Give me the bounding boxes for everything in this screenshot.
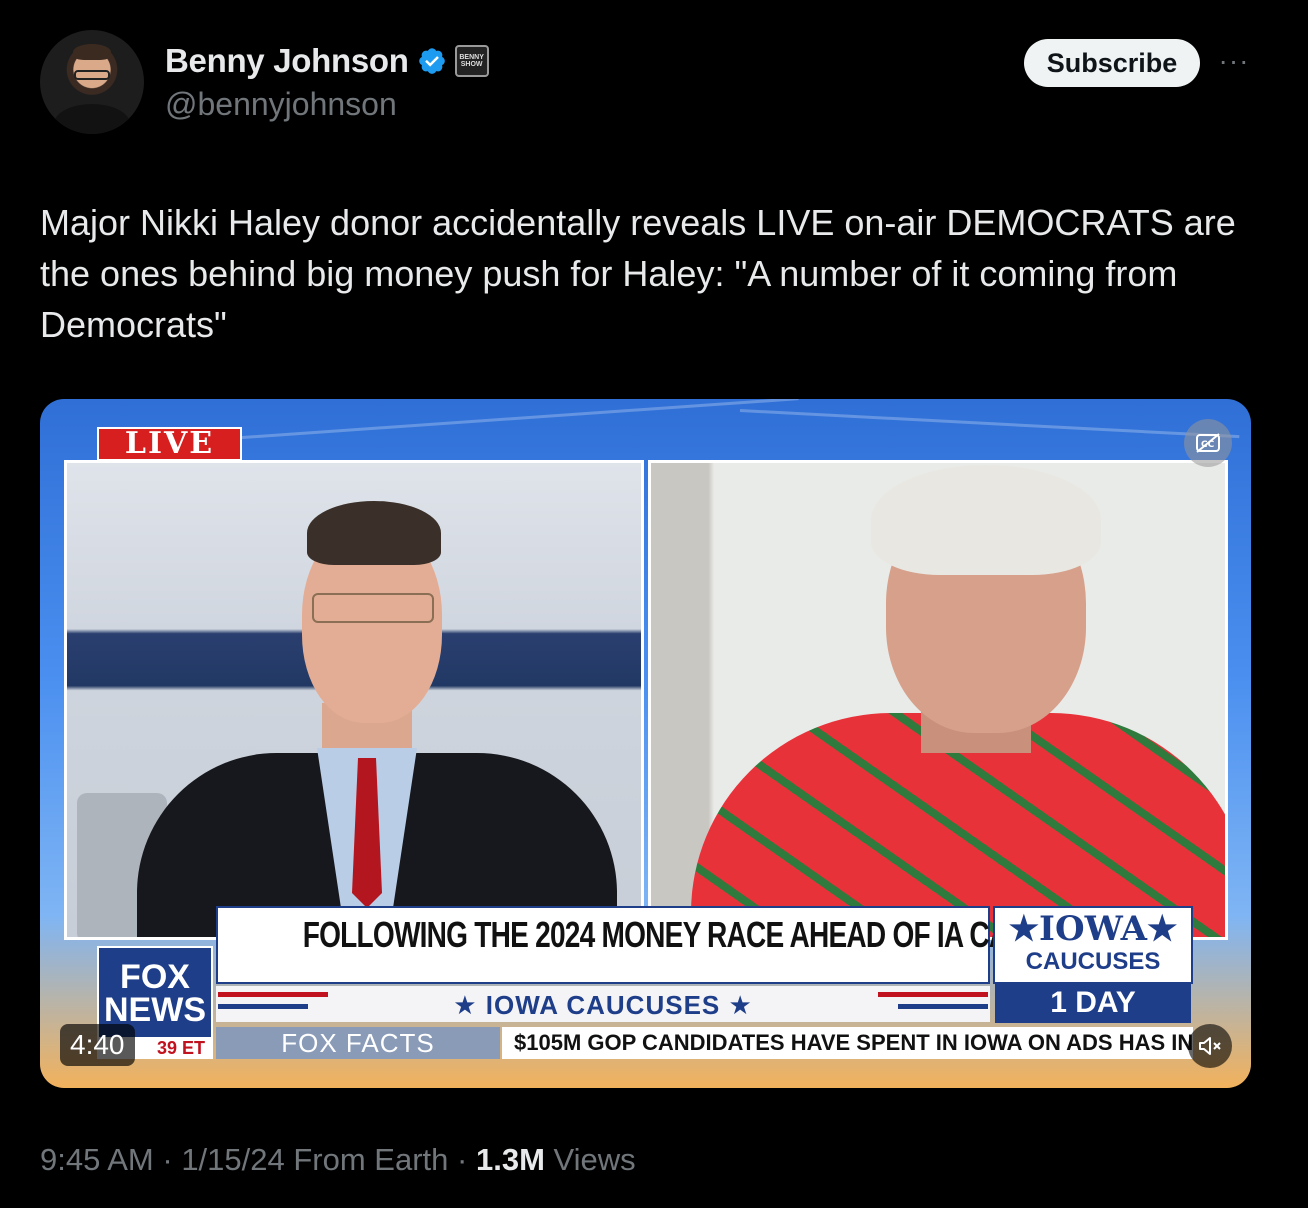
avatar-shirt — [54, 104, 130, 134]
avatar-hair — [73, 44, 111, 60]
tweet-time[interactable]: 9:45 AM — [40, 1142, 154, 1177]
chyron-subline: ★ IOWA CAUCUSES ★ — [216, 986, 990, 1022]
iowa-title: ★IOWA★ — [1008, 909, 1178, 949]
captions-button[interactable]: CC — [1184, 419, 1232, 467]
facts-label: FOX FACTS — [216, 1027, 500, 1059]
tweet-source: From Earth — [284, 1142, 449, 1177]
background-streak — [739, 409, 1240, 439]
subscribe-button[interactable]: Subscribe — [1024, 39, 1200, 87]
chyron-subline-text: ★ IOWA CAUCUSES ★ — [453, 990, 753, 1020]
meta-separator: · — [153, 1142, 182, 1177]
tweet-meta: 9:45 AM · 1/15/24 From Earth · 1.3M View… — [40, 1142, 636, 1178]
video-panel-guest — [648, 460, 1228, 940]
anchor-hair — [307, 501, 441, 565]
iowa-subtitle: CAUCUSES — [1025, 948, 1161, 975]
avatar-glasses — [74, 70, 110, 80]
iowa-caucuses-box: ★IOWA★ CAUCUSES — [993, 906, 1193, 984]
verified-badge-icon — [418, 48, 445, 74]
affiliate-badge-icon[interactable]: BENNY SHOW — [454, 45, 489, 77]
news-ticker: $105M GOP CANDIDATES HAVE SPENT IN IOWA … — [502, 1027, 1193, 1059]
tweet-date[interactable]: 1/15/24 — [181, 1142, 284, 1177]
author-handle[interactable]: @bennyjohnson — [165, 86, 397, 123]
countdown-badge: 1 DAY — [995, 983, 1191, 1023]
mute-button[interactable] — [1188, 1024, 1232, 1068]
cc-icon: CC — [1196, 433, 1220, 453]
tweet-text: Major Nikki Haley donor accidentally rev… — [40, 202, 1236, 345]
mute-icon — [1199, 1037, 1221, 1055]
background-streak — [199, 399, 799, 442]
live-indicator: LIVE — [97, 427, 242, 461]
anchor-glasses — [312, 593, 434, 623]
video-duration: 4:40 — [60, 1024, 135, 1066]
network-logo-line2: NEWS — [104, 991, 206, 1029]
author-name-row: Benny Johnson BENNY SHOW — [165, 42, 489, 80]
views-label: Views — [544, 1142, 636, 1177]
more-options-icon[interactable]: ··· — [1214, 47, 1254, 76]
affiliate-badge-text: BENNY SHOW — [459, 54, 484, 68]
chyron-headline-text: FOLLOWING THE 2024 MONEY RACE AHEAD OF I… — [302, 914, 1122, 955]
author-display-name[interactable]: Benny Johnson — [165, 42, 409, 80]
views-count[interactable]: 1.3M — [476, 1142, 545, 1177]
video-panel-anchor — [64, 460, 644, 940]
chyron-headline: FOLLOWING THE 2024 MONEY RACE AHEAD OF I… — [216, 906, 1122, 984]
network-logo-line1: FOX — [120, 958, 190, 996]
meta-separator: · — [448, 1142, 476, 1177]
guest-hair — [871, 465, 1101, 575]
video-player[interactable]: LIVE CC FOLLOWING THE 2024 MONEY RACE AH… — [40, 399, 1251, 1088]
author-avatar[interactable] — [40, 30, 144, 134]
svg-text:CC: CC — [1201, 440, 1215, 450]
